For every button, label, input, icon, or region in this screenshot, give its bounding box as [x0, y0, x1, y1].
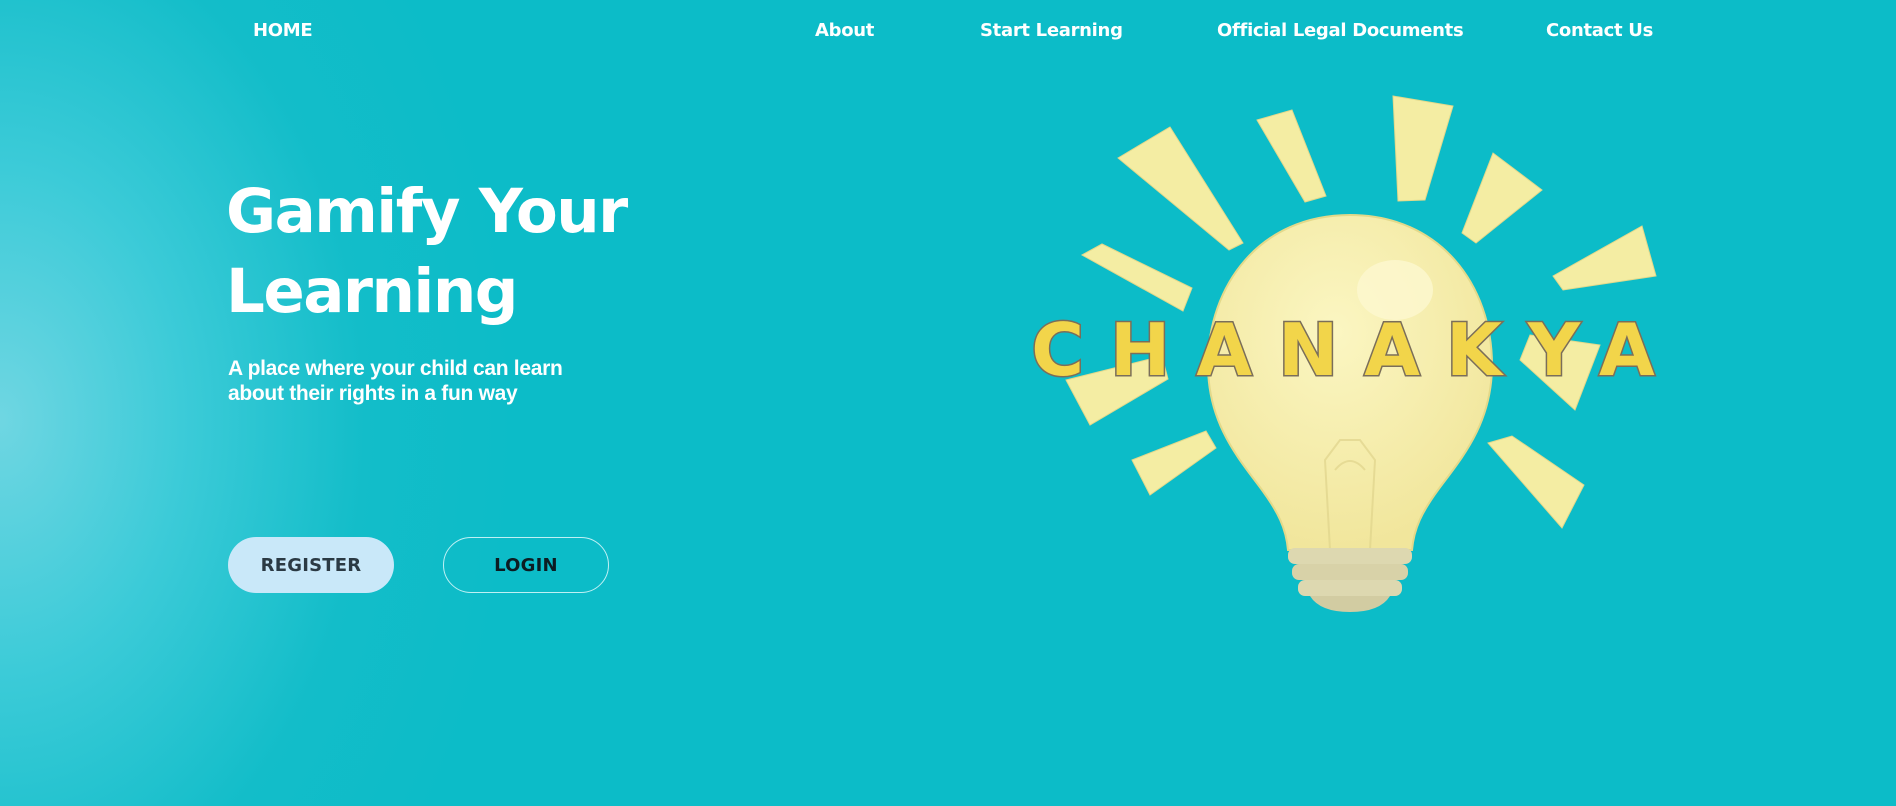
nav-home-link[interactable]: HOME	[253, 20, 313, 41]
register-button[interactable]: REGISTER	[228, 537, 394, 593]
chanakya-wordmark: CHANAKYA	[1031, 308, 1681, 392]
nav-start-learning-link[interactable]: Start Learning	[980, 20, 1123, 41]
nav-about-link[interactable]: About	[815, 20, 874, 41]
hero-subtitle: A place where your child can learn about…	[228, 357, 563, 405]
lightbulb-icon: CHANAKYA	[1030, 95, 1681, 612]
login-button[interactable]: LOGIN	[443, 537, 609, 593]
bulb-base	[1288, 548, 1412, 612]
hero-title: Gamify Your Learning	[226, 176, 628, 327]
nav-legal-documents-link[interactable]: Official Legal Documents	[1217, 20, 1464, 41]
nav-contact-link[interactable]: Contact Us	[1546, 20, 1653, 41]
top-navigation: HOME About Start Learning Official Legal…	[0, 0, 1896, 66]
chanakya-logo: CHANAKYA	[1030, 80, 1690, 620]
